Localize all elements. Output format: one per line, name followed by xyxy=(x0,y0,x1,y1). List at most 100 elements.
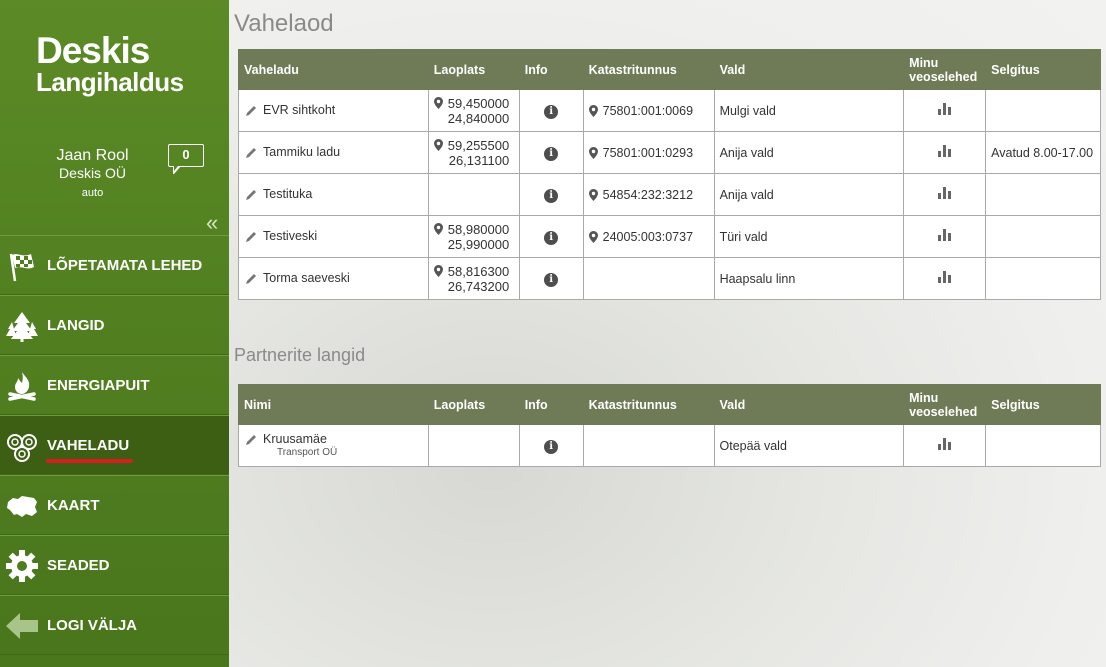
col-header-vaheladu[interactable]: Vaheladu xyxy=(238,49,429,90)
nav-item-lopetamata-lehed[interactable]: LÕPETAMATA LEHED xyxy=(0,235,229,295)
edit-icon[interactable] xyxy=(244,188,258,202)
logo-line1: Deskis xyxy=(36,30,150,71)
row-name[interactable]: EVR sihtkoht xyxy=(263,103,335,117)
cell-selgitus xyxy=(985,215,1101,258)
col-header-katastritunnus[interactable]: Katastritunnus xyxy=(582,49,715,90)
cell-selgitus xyxy=(985,424,1101,467)
cell-veoselehed xyxy=(903,215,987,258)
collapse-sidebar-icon[interactable]: « xyxy=(206,212,218,234)
table-row: Torma saeveski 58,816300 26,743200 i Haap… xyxy=(238,257,1101,300)
col-header-minu-veoselehed[interactable]: Minu veoselehed xyxy=(903,384,987,425)
nav-label: SEADED xyxy=(47,556,110,574)
info-icon[interactable]: i xyxy=(544,104,559,119)
cell-laoplats: 59,255500 26,131100 xyxy=(427,131,520,174)
arrow-left-icon xyxy=(6,613,38,639)
cell-veoselehed xyxy=(903,89,987,132)
col-header-katastritunnus[interactable]: Katastritunnus xyxy=(582,384,715,425)
map-pin-icon[interactable] xyxy=(588,188,598,201)
col-header-nimi[interactable]: Nimi xyxy=(238,384,429,425)
cell-selgitus: Avatud 8.00-17.00 xyxy=(985,131,1101,174)
col-header-selgitus[interactable]: Selgitus xyxy=(985,384,1101,425)
map-pin-icon[interactable] xyxy=(433,264,443,277)
cell-name: Testiveski xyxy=(238,215,429,258)
kataster-value: 75801:001:0069 xyxy=(602,103,694,118)
info-icon[interactable]: i xyxy=(544,439,559,454)
partnerid-table: Nimi Laoplats Info Katastritunnus Vald M… xyxy=(238,384,1101,467)
cell-veoselehed xyxy=(903,131,987,174)
app-logo[interactable]: Deskis Langihaldus xyxy=(36,30,206,97)
cell-name: Kruusamäe Transport OÜ xyxy=(238,424,429,467)
col-header-info[interactable]: Info xyxy=(518,49,584,90)
kataster-value: 54854:232:3212 xyxy=(602,187,694,202)
map-pin-icon[interactable] xyxy=(588,146,598,159)
table-header-row: Vaheladu Laoplats Info Katastritunnus Va… xyxy=(238,49,1101,90)
map-pin-icon[interactable] xyxy=(433,222,443,235)
kataster-value: 24005:003:0737 xyxy=(602,229,694,244)
cell-selgitus xyxy=(985,173,1101,216)
map-pin-icon[interactable] xyxy=(433,96,443,109)
edit-icon[interactable] xyxy=(244,272,258,286)
col-header-vald[interactable]: Vald xyxy=(713,384,905,425)
bar-chart-icon[interactable] xyxy=(938,187,952,199)
col-header-info[interactable]: Info xyxy=(518,384,584,425)
bar-chart-icon[interactable] xyxy=(938,438,952,450)
edit-icon[interactable] xyxy=(244,433,258,447)
map-pin-icon[interactable] xyxy=(588,104,598,117)
latitude: 59,255500 xyxy=(447,137,510,153)
info-icon[interactable]: i xyxy=(544,146,559,161)
row-name[interactable]: Tammiku ladu xyxy=(263,145,340,159)
col-header-vald[interactable]: Vald xyxy=(713,49,905,90)
bar-chart-icon[interactable] xyxy=(938,229,952,241)
messages-badge[interactable]: 0 xyxy=(168,144,204,174)
longitude: 26,743200 xyxy=(447,278,510,294)
nav-item-vaheladu[interactable]: VAHELADU xyxy=(0,415,229,475)
row-name[interactable]: Kruusamäe xyxy=(263,432,327,446)
edit-icon[interactable] xyxy=(244,146,258,160)
nav-item-kaart[interactable]: KAART xyxy=(0,475,229,535)
cell-vald: Otepää vald xyxy=(713,424,905,467)
nav-label: KAART xyxy=(47,496,100,514)
map-pin-icon[interactable] xyxy=(588,230,598,243)
cell-katastritunnus xyxy=(582,257,715,300)
active-indicator xyxy=(46,459,133,463)
nav-item-energiapuit[interactable]: ENERGIAPUIT xyxy=(0,355,229,415)
longitude: 26,131100 xyxy=(448,152,510,168)
cell-info: i xyxy=(518,173,584,216)
user-role: auto xyxy=(81,187,104,199)
cell-laoplats xyxy=(427,173,520,216)
cell-veoselehed xyxy=(903,424,987,467)
nav-label: VAHELADU xyxy=(47,436,130,454)
col-header-minu-veoselehed[interactable]: Minu veoselehed xyxy=(903,49,987,90)
latitude: 58,816300 xyxy=(447,263,510,279)
nav-item-seaded[interactable]: SEADED xyxy=(0,535,229,595)
info-icon[interactable]: i xyxy=(544,230,559,245)
cell-vald: Anija vald xyxy=(713,173,905,216)
longitude: 25,990000 xyxy=(447,236,510,252)
bar-chart-icon[interactable] xyxy=(938,103,952,115)
col-header-laoplats[interactable]: Laoplats xyxy=(427,49,520,90)
header-line: Minu xyxy=(909,390,939,405)
table-row: Testiveski 58,980000 25,990000 i 24005:00… xyxy=(238,215,1101,258)
cell-laoplats xyxy=(427,424,520,467)
map-pin-icon[interactable] xyxy=(433,138,443,151)
cell-info: i xyxy=(518,131,584,174)
cell-katastritunnus: 24005:003:0737 xyxy=(582,215,715,258)
row-name[interactable]: Testiveski xyxy=(263,229,317,243)
edit-icon[interactable] xyxy=(244,104,258,118)
edit-icon[interactable] xyxy=(244,230,258,244)
row-name[interactable]: Torma saeveski xyxy=(263,271,350,285)
info-icon[interactable]: i xyxy=(544,272,559,287)
page-title: Vahelaod xyxy=(234,10,334,37)
col-header-laoplats[interactable]: Laoplats xyxy=(427,384,520,425)
nav-item-langid[interactable]: LANGID xyxy=(0,295,229,355)
logo-line2: Langihaldus xyxy=(36,67,184,97)
cell-laoplats: 58,980000 25,990000 xyxy=(427,215,520,258)
cell-laoplats: 59,450000 24,840000 xyxy=(427,89,520,132)
row-name[interactable]: Testituka xyxy=(263,187,312,201)
bar-chart-icon[interactable] xyxy=(938,145,952,157)
nav-item-logi-valja[interactable]: LOGI VÄLJA xyxy=(0,595,229,655)
col-header-selgitus[interactable]: Selgitus xyxy=(985,49,1101,90)
bar-chart-icon[interactable] xyxy=(938,271,952,283)
info-icon[interactable]: i xyxy=(544,188,559,203)
cell-katastritunnus: 75801:001:0069 xyxy=(582,89,715,132)
